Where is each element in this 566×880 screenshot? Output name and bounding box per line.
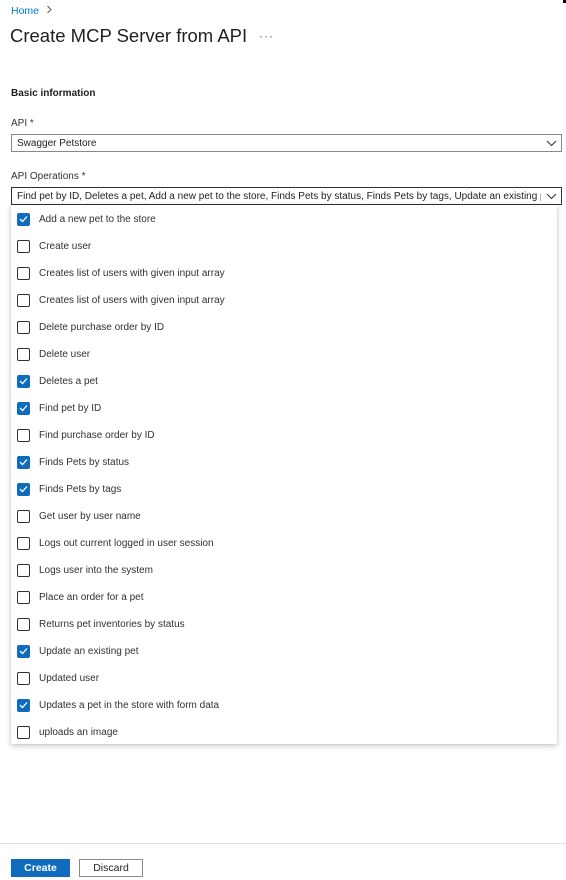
operation-option[interactable]: Creates list of users with given input a… <box>17 263 225 283</box>
api-select-value: Swagger Petstore <box>17 137 97 149</box>
checkmark-icon <box>19 459 28 466</box>
checkbox[interactable] <box>17 590 30 604</box>
api-operations-label: API Operations * <box>11 171 86 182</box>
checkbox-checked[interactable] <box>17 482 30 496</box>
operation-option-label: Logs out current logged in user session <box>39 537 214 549</box>
checkbox-checked[interactable] <box>17 698 30 712</box>
operation-option[interactable]: Get user by user name <box>17 506 141 526</box>
chevron-right-icon <box>46 5 53 17</box>
operation-option-label: Delete purchase order by ID <box>39 321 165 333</box>
checkmark-icon <box>19 216 28 223</box>
checkmark-icon <box>19 702 28 709</box>
operation-option[interactable]: Finds Pets by status <box>17 452 129 472</box>
operation-option-label: Logs user into the system <box>39 564 153 576</box>
checkbox-checked[interactable] <box>17 644 30 658</box>
operation-option[interactable]: Logs user into the system <box>17 560 153 580</box>
operation-option[interactable]: Add a new pet to the store <box>17 209 156 229</box>
operation-option-label: Get user by user name <box>39 510 141 522</box>
chevron-down-icon <box>541 193 561 200</box>
api-operations-select-value: Find pet by ID, Deletes a pet, Add a new… <box>17 190 541 202</box>
operation-option[interactable]: Update an existing pet <box>17 641 139 661</box>
checkbox-checked[interactable] <box>17 401 30 415</box>
operation-option-label: Finds Pets by status <box>39 456 130 468</box>
operation-option-label: uploads an image <box>39 726 118 738</box>
api-operations-select[interactable]: Find pet by ID, Deletes a pet, Add a new… <box>11 187 562 205</box>
checkbox[interactable] <box>17 536 30 550</box>
operation-option-label: Find purchase order by ID <box>39 429 155 441</box>
footer-divider <box>0 843 566 844</box>
operation-option[interactable]: Create user <box>17 236 91 256</box>
api-label: API * <box>11 118 34 129</box>
operation-option[interactable]: Deletes a pet <box>17 371 98 391</box>
checkbox[interactable] <box>17 266 30 280</box>
page-title: Create MCP Server from API <box>10 25 248 46</box>
operation-option-label: Deletes a pet <box>39 375 98 387</box>
chevron-down-icon <box>541 140 561 147</box>
operation-option[interactable]: Find purchase order by ID <box>17 425 155 445</box>
checkbox[interactable] <box>17 320 30 334</box>
operation-option-label: Place an order for a pet <box>39 591 144 603</box>
section-heading: Basic information <box>11 88 96 99</box>
checkbox[interactable] <box>17 671 30 685</box>
create-button[interactable]: Create <box>11 859 70 877</box>
operation-option-label: Updates a pet in the store with form dat… <box>39 699 220 711</box>
operation-option[interactable]: Delete user <box>17 344 90 364</box>
operation-option[interactable]: Find pet by ID <box>17 398 101 418</box>
operation-option-label: Update an existing pet <box>39 645 139 657</box>
operation-option-label: Creates list of users with given input a… <box>39 267 225 279</box>
checkbox[interactable] <box>17 563 30 577</box>
checkbox-checked[interactable] <box>17 212 30 226</box>
operation-option-label: Updated user <box>39 672 100 684</box>
operation-option-label: Find pet by ID <box>39 402 102 414</box>
checkbox-checked[interactable] <box>17 455 30 469</box>
checkbox[interactable] <box>17 428 30 442</box>
api-operations-dropdown: Add a new pet to the store Create user Cre… <box>11 205 557 744</box>
checkbox[interactable] <box>17 347 30 361</box>
operation-option[interactable]: Creates list of users with given input a… <box>17 290 225 310</box>
operation-option-label: Add a new pet to the store <box>39 213 156 225</box>
checkbox-checked[interactable] <box>17 374 30 388</box>
checkmark-icon <box>19 648 28 655</box>
operation-option[interactable]: Updates a pet in the store with form dat… <box>17 695 219 715</box>
operation-option-label: Creates list of users with given input a… <box>39 294 225 306</box>
operation-option[interactable]: Delete purchase order by ID <box>17 317 164 337</box>
operation-option[interactable]: Finds Pets by tags <box>17 479 121 499</box>
checkbox[interactable] <box>17 509 30 523</box>
operation-option-label: Finds Pets by tags <box>39 483 122 495</box>
operation-option-label: Returns pet inventories by status <box>39 618 185 630</box>
checkbox[interactable] <box>17 725 30 739</box>
api-select[interactable]: Swagger Petstore <box>11 134 562 152</box>
operation-option[interactable]: Logs out current logged in user session <box>17 533 214 553</box>
discard-button[interactable]: Discard <box>79 859 143 877</box>
operation-option[interactable]: Place an order for a pet <box>17 587 144 607</box>
operation-option-label: Create user <box>39 240 92 252</box>
operation-option[interactable]: uploads an image <box>17 722 118 742</box>
breadcrumb: Home <box>11 5 53 17</box>
more-options-icon[interactable]: ··· <box>259 29 274 43</box>
operation-option[interactable]: Returns pet inventories by status <box>17 614 185 634</box>
breadcrumb-home-link[interactable]: Home <box>11 5 39 17</box>
checkmark-icon <box>19 486 28 493</box>
checkbox[interactable] <box>17 293 30 307</box>
checkbox[interactable] <box>17 239 30 253</box>
checkmark-icon <box>19 405 28 412</box>
checkbox[interactable] <box>17 617 30 631</box>
operation-option[interactable]: Updated user <box>17 668 99 688</box>
checkmark-icon <box>19 378 28 385</box>
operation-option-label: Delete user <box>39 348 91 360</box>
